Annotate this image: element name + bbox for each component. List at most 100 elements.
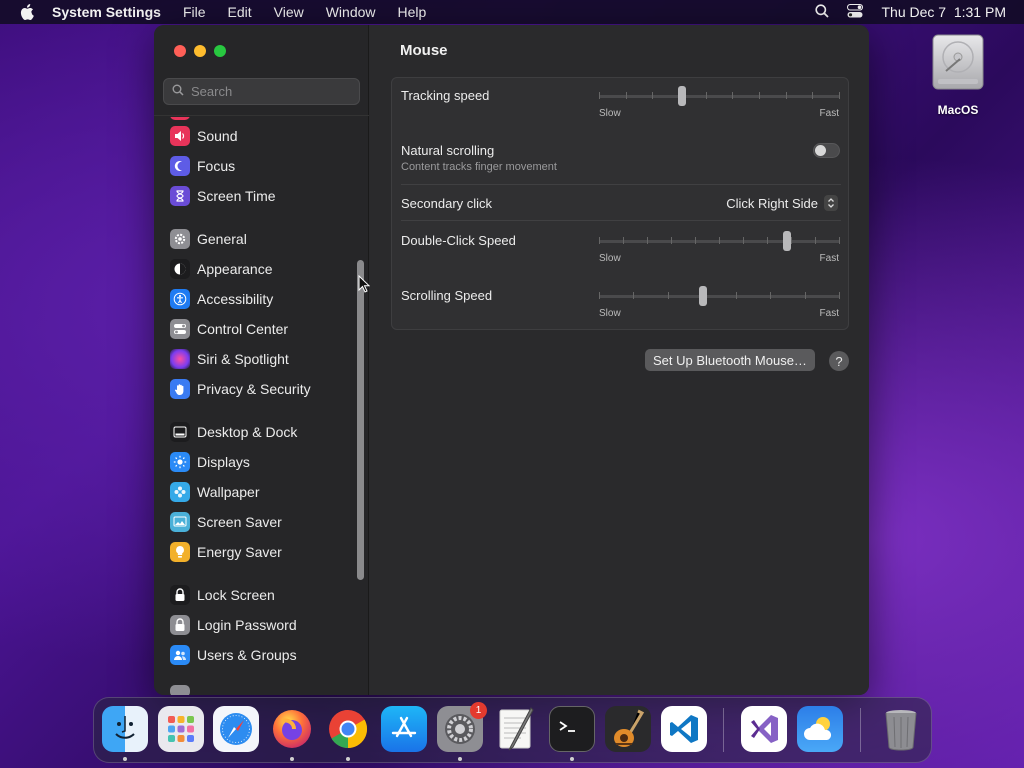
slider-tick — [812, 92, 813, 99]
finder-icon[interactable] — [102, 706, 148, 752]
row-divider — [401, 184, 841, 185]
slider-tick — [786, 92, 787, 99]
menu-app-name[interactable]: System Settings — [52, 4, 161, 20]
slider-tick — [815, 237, 816, 244]
garageband-icon[interactable] — [605, 706, 651, 752]
firefox-icon[interactable] — [269, 706, 315, 752]
close-window-button[interactable] — [174, 45, 186, 57]
dock-separator — [723, 708, 724, 752]
double-click-speed-slider[interactable] — [599, 231, 840, 251]
dock-icon — [170, 422, 190, 442]
menu-clock[interactable]: Thu Dec 7 1:31 PM — [881, 4, 1006, 20]
partial-sidebar-icon — [170, 117, 190, 120]
slider-tick — [839, 292, 840, 299]
textedit-icon[interactable] — [493, 706, 539, 752]
scrolling-slow-label: Slow — [599, 308, 621, 319]
sidebar-item-desktop-dock[interactable]: Desktop & Dock — [170, 420, 297, 444]
sidebar-item-energy-saver[interactable]: Energy Saver — [170, 540, 282, 564]
tracking-speed-slider[interactable] — [599, 86, 840, 106]
sidebar-item-general[interactable]: General — [170, 227, 247, 251]
slider-tick — [759, 92, 760, 99]
sidebar-item-screen-saver[interactable]: Screen Saver — [170, 510, 282, 534]
safari-icon[interactable] — [213, 706, 259, 752]
bulb-icon — [170, 542, 190, 562]
setup-bluetooth-mouse-button[interactable]: Set Up Bluetooth Mouse… — [645, 349, 815, 371]
control-center-icon[interactable] — [847, 3, 864, 21]
gear-icon — [170, 229, 190, 249]
settings-icon[interactable]: 1 — [437, 702, 487, 752]
slider-tick — [736, 292, 737, 299]
lock-icon — [170, 585, 190, 605]
slider-tick — [839, 237, 840, 244]
sidebar-item-focus[interactable]: Focus — [170, 154, 235, 178]
slider-tick — [719, 237, 720, 244]
appstore-icon[interactable] — [381, 706, 427, 752]
accessibility-icon — [170, 289, 190, 309]
terminal-icon[interactable] — [549, 706, 595, 752]
sidebar-item-users-groups[interactable]: Users & Groups — [170, 643, 297, 667]
sidebar-scrollbar[interactable] — [357, 260, 364, 580]
help-button[interactable]: ? — [829, 351, 849, 371]
sidebar-item-label: Energy Saver — [197, 544, 282, 560]
natural-scrolling-toggle[interactable] — [813, 143, 840, 158]
secondary-click-popup[interactable]: Click Right Side — [726, 195, 838, 211]
sidebar-item-screen-time[interactable]: Screen Time — [170, 184, 276, 208]
slider-track — [599, 295, 840, 298]
scrolling-fast-label: Fast — [819, 308, 839, 319]
moon-icon — [170, 156, 190, 176]
menu-bar: System Settings File Edit View Window He… — [0, 0, 1024, 24]
menu-view[interactable]: View — [274, 4, 304, 20]
siri-icon — [170, 349, 190, 369]
menu-help[interactable]: Help — [398, 4, 427, 20]
sidebar-item-privacy-security[interactable]: Privacy & Security — [170, 377, 311, 401]
sidebar-item-label: Wallpaper — [197, 484, 260, 500]
slider-knob[interactable] — [699, 286, 707, 306]
scrolling-speed-label: Scrolling Speed — [401, 288, 493, 303]
slider-track — [599, 95, 840, 98]
sidebar-item-label: General — [197, 231, 247, 247]
slider-tick — [668, 292, 669, 299]
double-click-speed-label: Double-Click Speed — [401, 233, 516, 248]
visualstudio-icon[interactable] — [741, 706, 787, 752]
sidebar-item-lock-screen[interactable]: Lock Screen — [170, 583, 275, 607]
desktop-drive[interactable]: MacOS — [925, 33, 991, 117]
chrome-icon[interactable] — [325, 706, 371, 752]
search-input[interactable] — [191, 84, 351, 99]
sidebar-item-accessibility[interactable]: Accessibility — [170, 287, 273, 311]
weather-icon[interactable] — [797, 706, 843, 752]
natural-scrolling-label: Natural scrolling — [401, 143, 495, 158]
sidebar-item-displays[interactable]: Displays — [170, 450, 250, 474]
tracking-slow-label: Slow — [599, 108, 621, 119]
sidebar-item-sound[interactable]: Sound — [170, 124, 237, 148]
double-click-slow-label: Slow — [599, 253, 621, 264]
sidebar-item-wallpaper[interactable]: Wallpaper — [170, 480, 260, 504]
sidebar-item-appearance[interactable]: Appearance — [170, 257, 273, 281]
menu-edit[interactable]: Edit — [228, 4, 252, 20]
slider-knob[interactable] — [783, 231, 791, 251]
vscode-icon[interactable] — [661, 706, 707, 752]
minimize-window-button[interactable] — [194, 45, 206, 57]
zoom-window-button[interactable] — [214, 45, 226, 57]
trash-icon[interactable] — [878, 706, 924, 752]
sidebar-item-label: Screen Time — [197, 188, 276, 204]
sidebar-item-siri-spotlight[interactable]: Siri & Spotlight — [170, 347, 289, 371]
sidebar-item-label: Displays — [197, 454, 250, 470]
flower-icon — [170, 482, 190, 502]
slider-knob[interactable] — [678, 86, 686, 106]
menu-file[interactable]: File — [183, 4, 206, 20]
launchpad-icon[interactable] — [158, 706, 204, 752]
sidebar-item-control-center[interactable]: Control Center — [170, 317, 288, 341]
content-pane: Mouse Tracking speed Slow Fast Natural s… — [370, 25, 869, 695]
slider-tick — [791, 237, 792, 244]
sidebar-item-login-password[interactable]: Login Password — [170, 613, 297, 637]
sidebar-search[interactable] — [163, 78, 360, 105]
apple-icon[interactable] — [20, 4, 34, 20]
scrolling-speed-slider[interactable] — [599, 286, 840, 306]
screensaver-icon — [170, 512, 190, 532]
slider-tick — [671, 237, 672, 244]
slider-tick — [599, 237, 600, 244]
slider-tick — [743, 237, 744, 244]
spotlight-search-icon[interactable] — [815, 3, 830, 21]
menu-window[interactable]: Window — [326, 4, 376, 20]
slider-tick — [732, 92, 733, 99]
